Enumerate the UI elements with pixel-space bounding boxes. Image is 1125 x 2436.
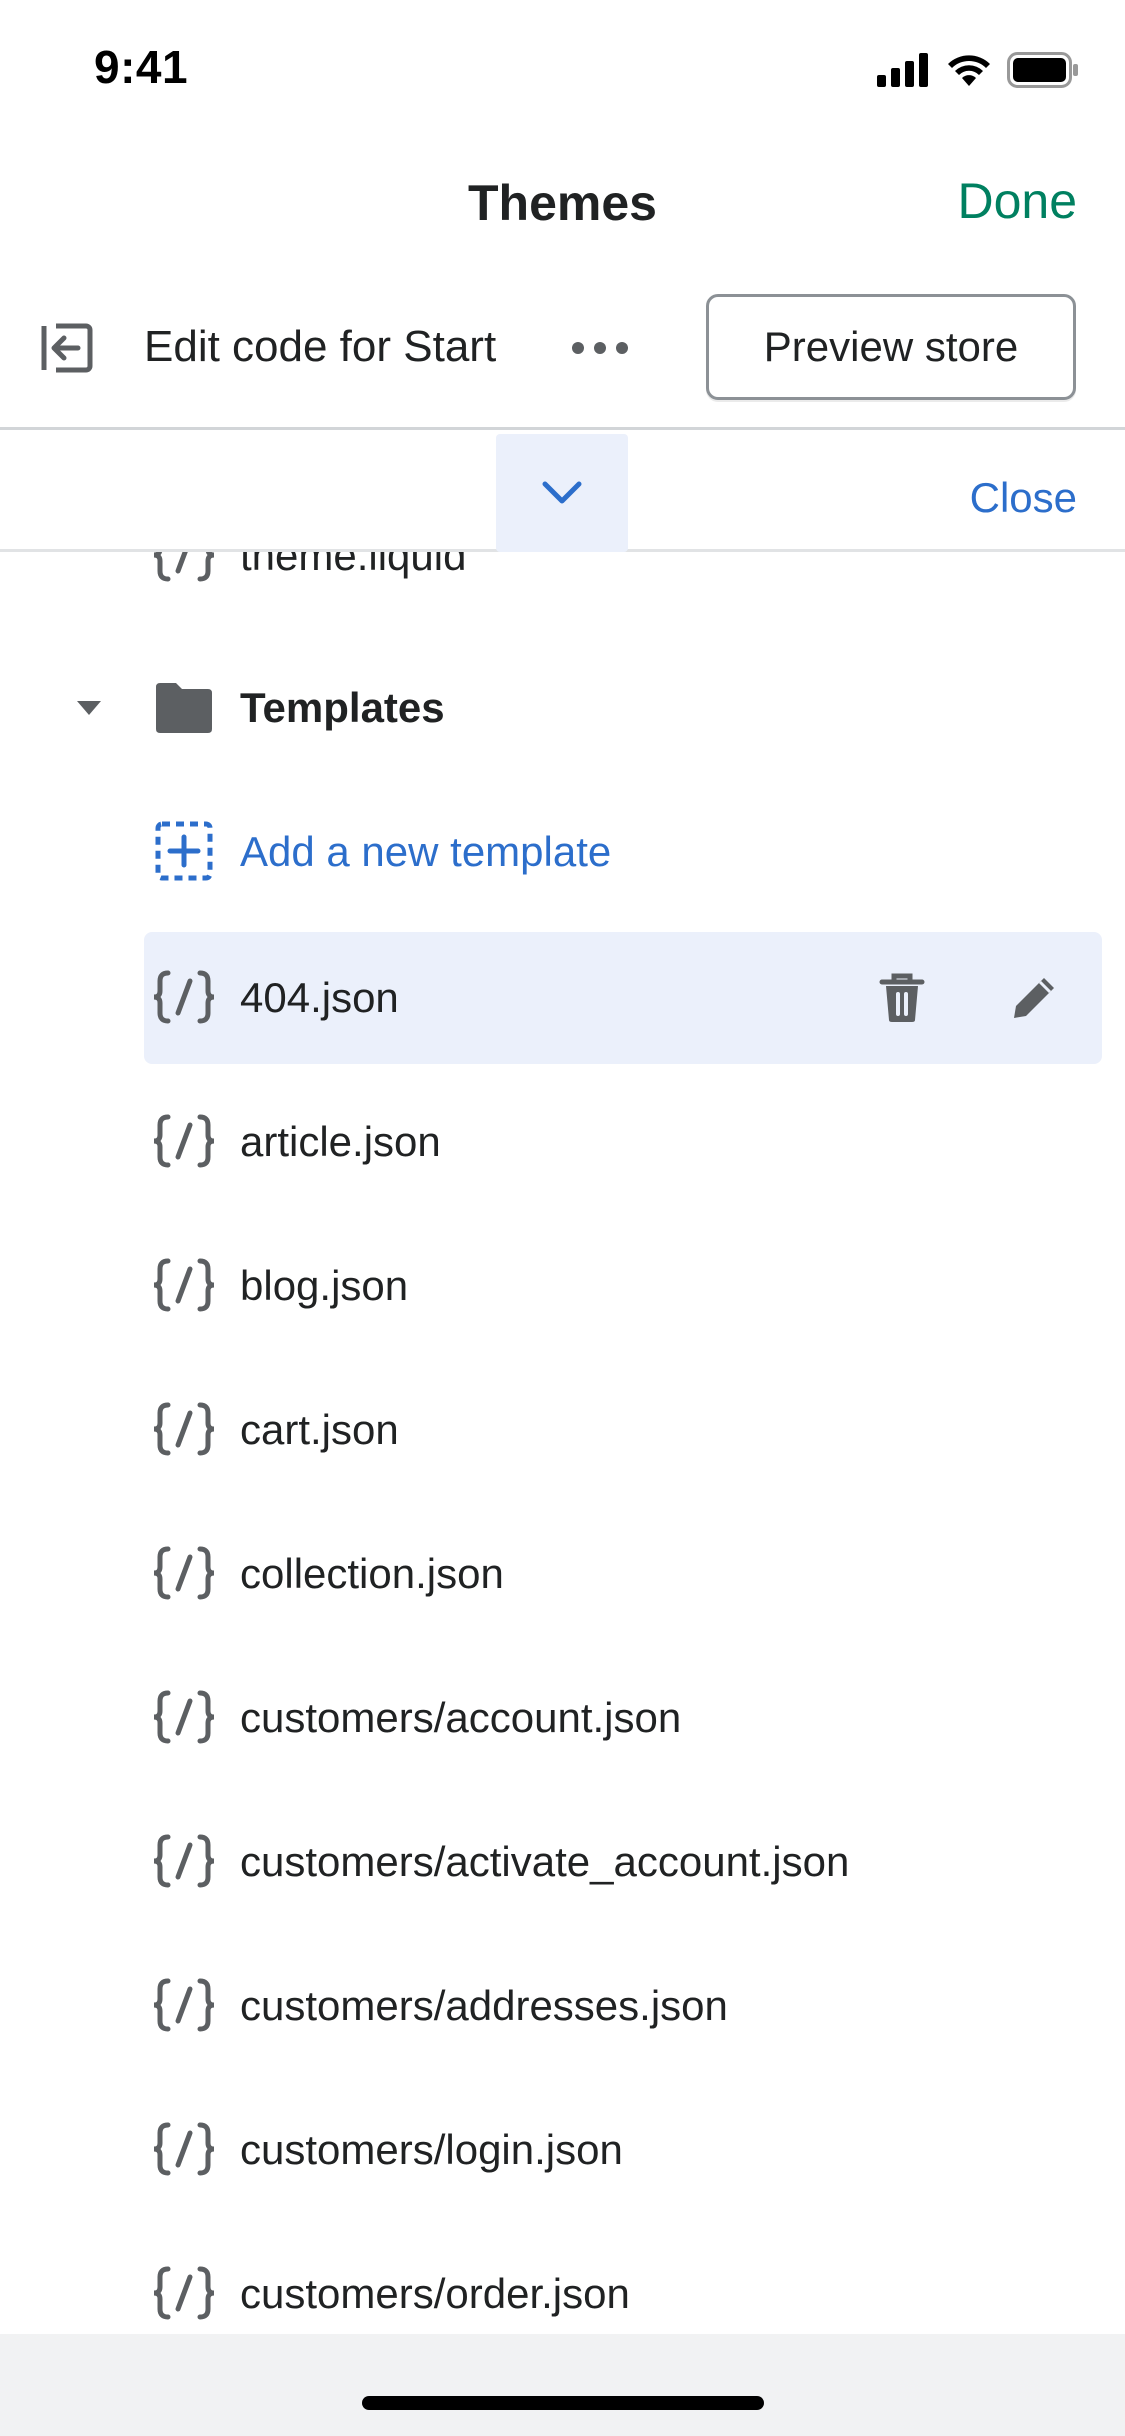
list-item[interactable]: customers/login.json bbox=[0, 2084, 1125, 2214]
add-template-label: Add a new template bbox=[240, 828, 612, 875]
folder-label: Templates bbox=[240, 684, 445, 731]
collapse-panel-button[interactable] bbox=[496, 434, 628, 552]
page-title: Themes bbox=[468, 175, 657, 231]
file-name: theme.liquid bbox=[240, 552, 467, 579]
list-item[interactable]: customers/order.json bbox=[0, 2228, 1125, 2334]
file-name: customers/order.json bbox=[240, 2270, 630, 2317]
file-name: cart.json bbox=[240, 1406, 399, 1453]
toolbar-title: Edit code for Start bbox=[144, 322, 497, 371]
code-file-icon bbox=[153, 1258, 215, 1312]
exit-icon[interactable] bbox=[36, 318, 96, 378]
add-file-icon bbox=[155, 821, 213, 881]
list-item[interactable]: customers/account.json bbox=[0, 1652, 1125, 1782]
file-name: customers/login.json bbox=[240, 2126, 623, 2173]
close-link[interactable]: Close bbox=[970, 474, 1077, 522]
status-time: 9:41 bbox=[94, 41, 189, 93]
file-name: customers/activate_account.json bbox=[240, 1838, 850, 1885]
file-panel-header: Close bbox=[0, 430, 1125, 552]
battery-icon bbox=[1007, 52, 1078, 88]
code-file-icon bbox=[153, 1834, 215, 1888]
code-file-icon bbox=[153, 2122, 215, 2176]
file-name: collection.json bbox=[240, 1550, 504, 1597]
list-item[interactable]: collection.json bbox=[0, 1508, 1125, 1638]
home-indicator-area bbox=[0, 2334, 1125, 2436]
edit-pencil-icon[interactable] bbox=[1006, 970, 1062, 1026]
chevron-down-icon bbox=[542, 481, 582, 504]
code-file-icon bbox=[153, 2266, 215, 2320]
code-file-icon bbox=[153, 1690, 215, 1744]
code-file-icon bbox=[153, 552, 215, 582]
cellular-signal-icon bbox=[877, 53, 928, 87]
list-item[interactable]: theme.liquid bbox=[0, 552, 1125, 620]
list-item[interactable]: customers/activate_account.json bbox=[0, 1796, 1125, 1926]
code-file-icon bbox=[153, 1114, 215, 1168]
file-tree: theme.liquid Templates Add a new templat… bbox=[0, 552, 1125, 2334]
more-horizontal-icon[interactable] bbox=[568, 326, 632, 370]
file-name: 404.json bbox=[240, 974, 399, 1021]
list-item[interactable]: blog.json bbox=[0, 1220, 1125, 1350]
code-file-icon bbox=[153, 1978, 215, 2032]
code-file-icon bbox=[153, 1402, 215, 1456]
list-item[interactable]: cart.json bbox=[0, 1364, 1125, 1494]
status-icons bbox=[877, 50, 1079, 90]
trash-icon[interactable] bbox=[874, 970, 930, 1026]
code-file-icon bbox=[153, 1546, 215, 1600]
status-bar: 9:41 bbox=[0, 0, 1125, 132]
home-indicator[interactable] bbox=[362, 2396, 764, 2410]
wifi-icon bbox=[948, 55, 990, 86]
folder-icon bbox=[156, 683, 212, 733]
code-file-icon bbox=[153, 970, 215, 1024]
file-name: article.json bbox=[240, 1118, 441, 1165]
preview-store-button[interactable]: Preview store bbox=[706, 294, 1076, 400]
list-item[interactable]: 404.json bbox=[0, 932, 1125, 1062]
caret-down-icon[interactable] bbox=[74, 698, 104, 718]
add-template-link[interactable]: Add a new template bbox=[0, 786, 1125, 916]
nav-bar: Themes Done bbox=[0, 132, 1125, 268]
file-name: customers/account.json bbox=[240, 1694, 682, 1741]
done-button[interactable]: Done bbox=[957, 172, 1077, 230]
editor-toolbar: Edit code for Start Preview store bbox=[0, 268, 1125, 430]
list-item[interactable]: customers/addresses.json bbox=[0, 1940, 1125, 2070]
list-item[interactable]: article.json bbox=[0, 1076, 1125, 1206]
file-name: blog.json bbox=[240, 1262, 409, 1309]
folder-templates[interactable]: Templates bbox=[0, 642, 1125, 772]
file-name: customers/addresses.json bbox=[240, 1982, 728, 2029]
